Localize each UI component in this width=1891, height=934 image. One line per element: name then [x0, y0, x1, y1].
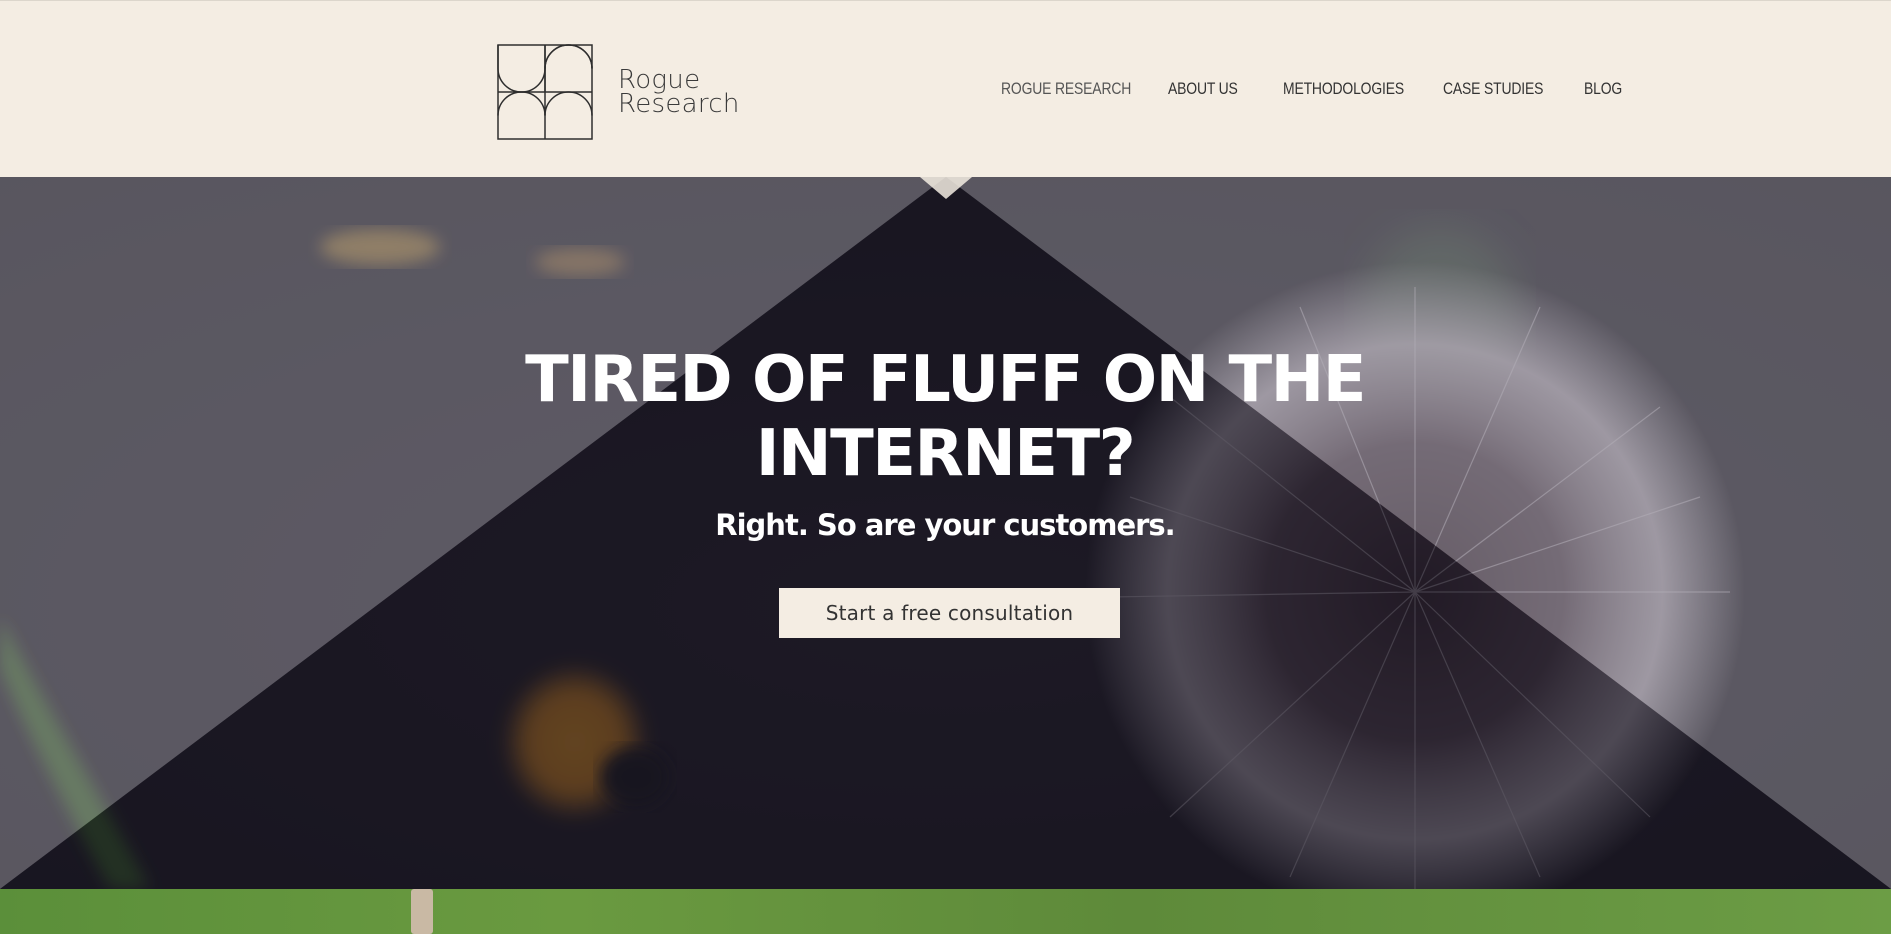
stem-image-fragment: [411, 889, 433, 934]
hero-subtitle: Right. So are your customers.: [715, 508, 1175, 542]
main-nav: ROGUE RESEARCH ABOUT US METHODOLOGIES CA…: [0, 79, 1891, 103]
nav-item-case-studies[interactable]: CASE STUDIES: [1443, 79, 1543, 99]
next-section-preview: [0, 889, 1891, 934]
nav-item-about-us[interactable]: ABOUT US: [1168, 79, 1238, 99]
nav-item-blog[interactable]: BLOG: [1584, 79, 1622, 99]
hero-title: TIRED OF FLUFF ON THE INTERNET?: [525, 343, 1366, 491]
hero-content: TIRED OF FLUFF ON THE INTERNET? Right. S…: [0, 177, 1891, 889]
free-consultation-button[interactable]: Start a free consultation: [779, 588, 1120, 638]
hero-section: TIRED OF FLUFF ON THE INTERNET? Right. S…: [0, 177, 1891, 889]
nav-item-methodologies[interactable]: METHODOLOGIES: [1283, 79, 1404, 99]
nav-item-rogue-research[interactable]: ROGUE RESEARCH: [1001, 79, 1131, 99]
site-header: Rogue Research ROGUE RESEARCH ABOUT US M…: [0, 0, 1891, 177]
